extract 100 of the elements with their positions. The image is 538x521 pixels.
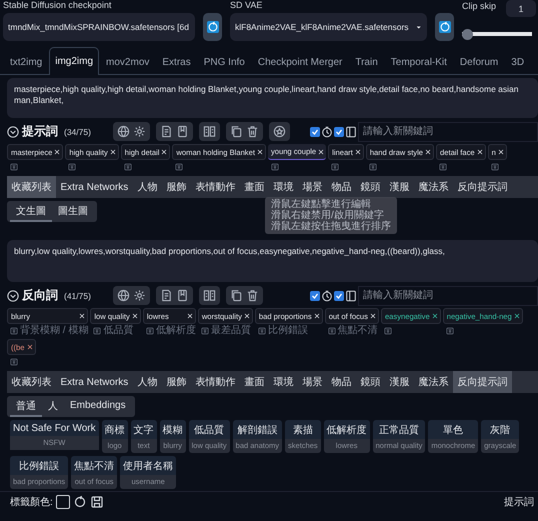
tab[interactable]: mov2mov <box>100 49 156 75</box>
remove-icon[interactable] <box>242 312 251 320</box>
tab[interactable]: 3D <box>505 49 530 75</box>
remove-icon[interactable] <box>53 148 62 156</box>
clock-icon[interactable] <box>321 126 333 138</box>
category-tab[interactable]: 環境 <box>268 371 298 393</box>
category-tab[interactable]: 服飾 <box>162 176 191 198</box>
remove-icon[interactable] <box>368 312 377 320</box>
remove-icon[interactable] <box>317 148 326 156</box>
tab[interactable]: Train <box>349 49 384 75</box>
category-tab[interactable]: 魔法系 <box>414 371 453 393</box>
category-tab[interactable]: 場景 <box>298 371 327 393</box>
copy-icon[interactable] <box>230 125 243 138</box>
tag-translation: 比例錯誤 <box>268 325 308 337</box>
panel-icon[interactable] <box>345 126 357 138</box>
remove-icon[interactable] <box>424 148 432 156</box>
subtab[interactable]: 普通 <box>10 396 42 417</box>
category-tab[interactable]: 鏡頭 <box>356 371 385 393</box>
category-tab[interactable]: 收藏列表 <box>7 176 56 198</box>
section-title: 提示詞 <box>22 123 58 140</box>
chip-label: 使用者名稱 <box>120 456 176 475</box>
reset-icon[interactable] <box>72 495 87 509</box>
token-count: (41/75) <box>64 290 91 300</box>
columns-icon[interactable] <box>203 125 216 138</box>
remove-icon[interactable] <box>160 148 168 156</box>
document-icon[interactable] <box>160 125 173 138</box>
category-tab[interactable]: 物品 <box>326 371 356 393</box>
category-tab[interactable]: 魔法系 <box>414 176 453 198</box>
checkbox[interactable] <box>310 290 320 300</box>
tab[interactable]: Deforum <box>454 49 504 75</box>
remove-icon[interactable] <box>496 148 505 156</box>
remove-icon[interactable] <box>430 312 439 320</box>
subtab[interactable]: 圖生圖 <box>52 201 94 222</box>
copy-icon[interactable] <box>230 289 243 302</box>
document-icon[interactable] <box>160 289 173 302</box>
globe-icon[interactable] <box>117 125 130 138</box>
category-tab[interactable]: Extra Networks <box>56 371 133 393</box>
category-tab[interactable]: 物品 <box>326 176 356 198</box>
section-title: 反向詞 <box>22 287 58 304</box>
tab[interactable]: txt2img <box>4 49 48 75</box>
category-tab[interactable]: 表情動作 <box>190 371 240 393</box>
clip-skip-input[interactable]: 1 <box>506 0 536 17</box>
keyword-input[interactable]: 請輸入新關鍵詞 <box>358 122 538 142</box>
panel-icon[interactable] <box>345 290 357 302</box>
delete-icon[interactable] <box>246 289 259 302</box>
collapse-icon[interactable] <box>7 290 19 302</box>
category-tab[interactable]: 漢服 <box>384 371 414 393</box>
tab[interactable]: Extras <box>156 49 197 75</box>
category-tab[interactable]: 場景 <box>298 176 327 198</box>
vae-dropdown[interactable]: klF8Anime2VAE_klF8Anime2VAE.safetensors <box>230 13 427 41</box>
category-tab[interactable]: 人物 <box>132 371 162 393</box>
category-tab[interactable]: Extra Networks <box>56 176 133 198</box>
save-icon[interactable] <box>90 495 104 509</box>
delete-icon[interactable] <box>246 125 259 138</box>
settings-icon[interactable] <box>133 289 146 302</box>
refresh-button[interactable] <box>435 13 454 41</box>
category-tab[interactable]: 服飾 <box>162 371 191 393</box>
settings-icon[interactable] <box>133 125 146 138</box>
remove-icon[interactable] <box>26 343 34 351</box>
category-tab[interactable]: 鏡頭 <box>356 176 385 198</box>
bookmark-icon[interactable] <box>176 289 189 302</box>
tab[interactable]: PNG Info <box>198 49 251 75</box>
prompt-field[interactable]: masterpiece,high quality,high detail,woman holding Blanket,young couple,lineart,hand draw style,detail face,no beard,handsome asian man,Blanket, <box>7 78 538 118</box>
slider-thumb[interactable] <box>462 28 473 40</box>
category-tab[interactable]: 人物 <box>132 176 162 198</box>
remove-icon[interactable] <box>512 312 521 320</box>
collapse-icon[interactable] <box>7 126 19 138</box>
category-tab[interactable]: 收藏列表 <box>7 371 56 393</box>
checkpoint-dropdown[interactable]: tmndMix_tmndMixSPRAINBOW.safetensors [6d <box>3 13 195 41</box>
tab[interactable]: Checkpoint Merger <box>252 49 348 75</box>
tag-translation: 低品質 <box>103 325 134 337</box>
chip-label: 比例錯誤 <box>10 456 68 475</box>
negative-prompt-field[interactable]: blurry,low quality,lowres,worstquality,bad proportions,out of focus,easynegative,negative_hand-neg,((beard)),glass, <box>7 240 538 282</box>
checkbox[interactable] <box>310 126 320 136</box>
category-tab[interactable]: 表情動作 <box>190 176 240 198</box>
checkbox[interactable] <box>334 126 344 136</box>
subtab[interactable]: Embeddings <box>64 396 132 417</box>
chip-label: 商標 <box>102 420 128 439</box>
keyword-input[interactable]: 請輸入新關鍵詞 <box>358 286 538 306</box>
columns-icon[interactable] <box>203 289 216 302</box>
remove-icon[interactable] <box>78 312 86 320</box>
checkbox[interactable] <box>334 290 344 300</box>
category-tab[interactable]: 反向提示詞 <box>452 371 512 393</box>
category-tab[interactable]: 畫面 <box>240 176 269 198</box>
color-swatch[interactable] <box>56 495 70 509</box>
category-tab[interactable]: 畫面 <box>240 371 269 393</box>
subtab[interactable]: 人 <box>42 396 64 417</box>
tab[interactable]: Temporal-Kit <box>384 49 453 75</box>
badge-icon[interactable] <box>273 125 286 138</box>
remove-icon[interactable] <box>476 148 484 156</box>
category-tab[interactable]: 環境 <box>268 176 298 198</box>
globe-icon[interactable] <box>117 289 130 302</box>
category-tab[interactable]: 漢服 <box>384 176 414 198</box>
remove-icon[interactable] <box>256 148 264 156</box>
bookmark-icon[interactable] <box>176 125 189 138</box>
category-tab[interactable]: 反向提示詞 <box>452 176 512 198</box>
tab[interactable]: img2img <box>49 47 100 75</box>
refresh-button[interactable] <box>203 13 222 41</box>
clock-icon[interactable] <box>321 290 333 302</box>
subtab[interactable]: 文生圖 <box>10 201 52 222</box>
